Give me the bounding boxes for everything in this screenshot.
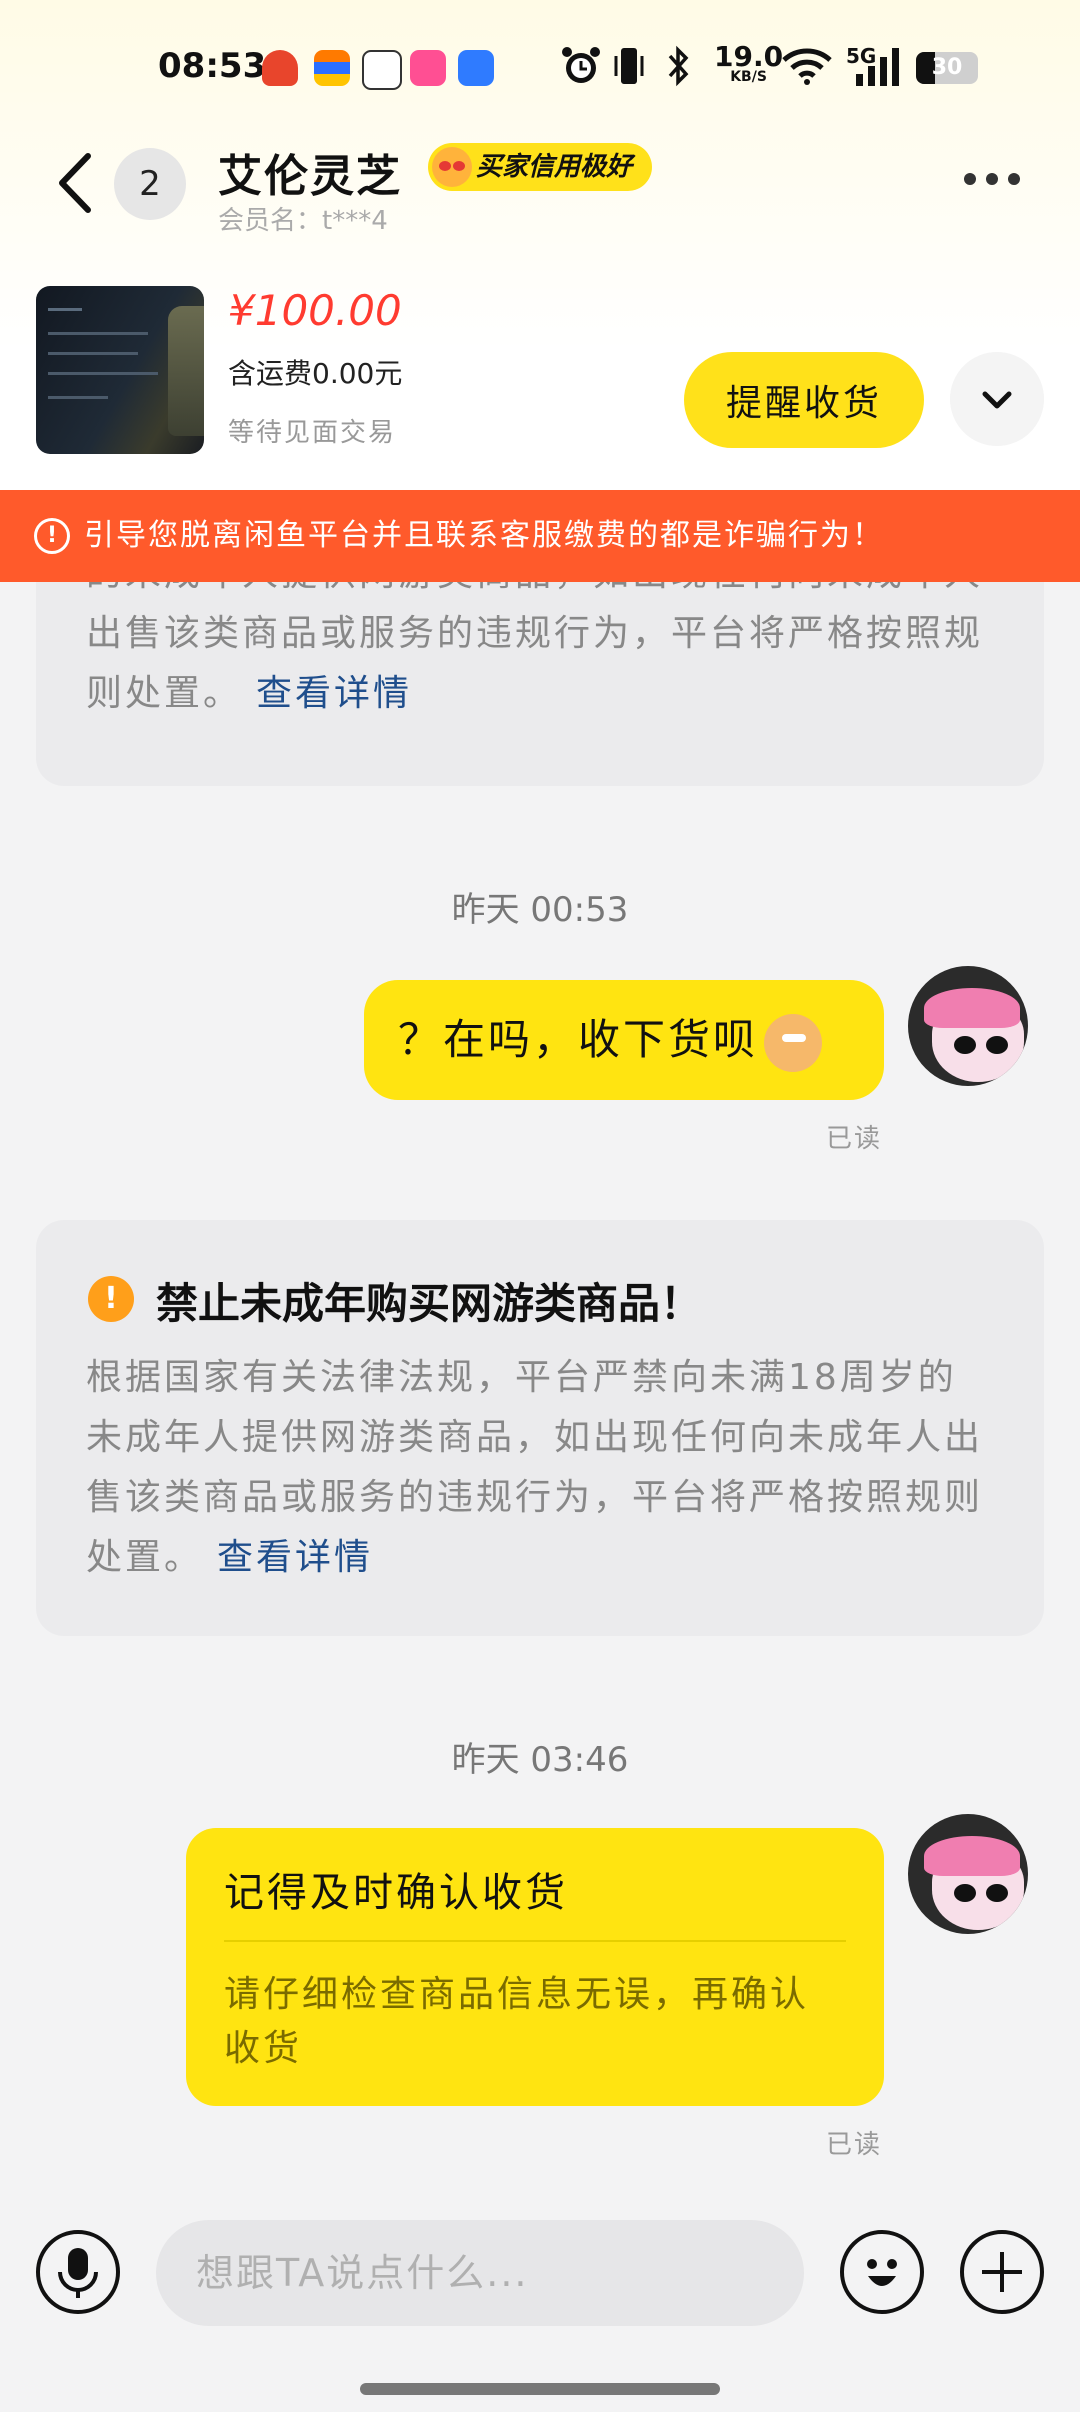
chat-user-name[interactable]: 艾伦灵芝 bbox=[218, 140, 402, 204]
bluetooth-icon bbox=[668, 45, 689, 87]
emoji-icon[interactable] bbox=[840, 2230, 924, 2314]
back-arrow-icon[interactable] bbox=[50, 150, 100, 216]
exclamation-icon: ! bbox=[34, 518, 70, 554]
chevron-down-icon[interactable] bbox=[950, 352, 1044, 446]
status-bar: 08:53 19.0 KB/S 5G 30 bbox=[0, 0, 1080, 140]
app-red-icon bbox=[262, 50, 298, 86]
timestamp: 昨天 00:53 bbox=[451, 890, 629, 930]
shiba-emoji-icon bbox=[764, 1013, 823, 1072]
wifi-icon bbox=[782, 48, 832, 85]
app-stripe-icon bbox=[314, 50, 350, 86]
card-body: 请仔细检查商品信息无误，再确认收货 bbox=[224, 1974, 810, 2069]
product-price: ¥100.00 bbox=[228, 286, 402, 335]
app-video-icon bbox=[362, 50, 402, 90]
read-receipt: 已读 bbox=[826, 1124, 883, 1154]
app-pink-icon bbox=[410, 50, 446, 86]
more-options-icon[interactable] bbox=[964, 170, 1036, 200]
signal-icon bbox=[856, 48, 899, 86]
vibrate-icon bbox=[614, 48, 644, 84]
love-eyes-emoji-icon bbox=[432, 147, 472, 187]
fraud-alert-banner: ! 引导您脱离闲鱼平台并且联系客服缴费的都是诈骗行为！ bbox=[0, 490, 1080, 582]
card-title: 记得及时确认收货 bbox=[224, 1870, 568, 1916]
add-icon[interactable] bbox=[960, 2230, 1044, 2314]
trade-mode-label: 等待见面交易 bbox=[228, 418, 397, 448]
member-name-label: 会员名：t***4 bbox=[218, 206, 388, 236]
notice-title: 禁止未成年购买网游类商品！ bbox=[156, 1279, 703, 1328]
minor-notice-card: ! 禁止未成年购买网游类商品！ 根据国家有关法律法规，平台严禁向未满18周岁的未… bbox=[36, 1220, 1044, 1636]
card-divider bbox=[224, 1940, 846, 1942]
notice-partial-text: 的未成年人提供网游类商品，如出现任何向未成年人出售该类商品或服务的违规行为，平台… bbox=[86, 582, 984, 714]
input-bar bbox=[0, 2192, 1080, 2412]
unread-count-badge[interactable]: 2 bbox=[114, 148, 186, 220]
message-bubble[interactable]: ？在吗，收下货呗 bbox=[364, 980, 884, 1100]
notice-partial-body: 的未成年人提供网游类商品，如出现任何向未成年人出售该类商品或服务的违规行为，平台… bbox=[86, 582, 988, 724]
message-input[interactable] bbox=[156, 2220, 804, 2326]
net-speed: 19.0 KB/S bbox=[714, 40, 784, 85]
battery-icon: 30 bbox=[916, 52, 978, 84]
warning-icon: ! bbox=[88, 1276, 134, 1322]
minor-notice-card-partial: 的未成年人提供网游类商品，如出现任何向未成年人出售该类商品或服务的违规行为，平台… bbox=[36, 582, 1044, 786]
notice-body: 根据国家有关法律法规，平台严禁向未满18周岁的未成年人提供网游类商品，如出现任何… bbox=[86, 1348, 988, 1588]
chat-list[interactable]: 的未成年人提供网游类商品，如出现任何向未成年人出售该类商品或服务的违规行为，平台… bbox=[0, 582, 1080, 2192]
credit-badge: 买家信用极好 bbox=[428, 143, 653, 191]
product-thumbnail[interactable] bbox=[36, 286, 204, 454]
microphone-icon[interactable] bbox=[36, 2230, 120, 2314]
timestamp: 昨天 03:46 bbox=[451, 1740, 629, 1780]
app-blue-icon bbox=[458, 50, 494, 86]
shipping-label: 含运费0.00元 bbox=[228, 357, 403, 390]
alarm-icon bbox=[562, 47, 600, 83]
status-time: 08:53 bbox=[158, 46, 267, 86]
avatar[interactable] bbox=[908, 1814, 1028, 1934]
remind-receive-button[interactable]: 提醒收货 bbox=[684, 352, 924, 448]
home-indicator[interactable] bbox=[360, 2383, 720, 2395]
notice-details-link[interactable]: 查看详情 bbox=[217, 1537, 373, 1578]
avatar[interactable] bbox=[908, 966, 1028, 1086]
alert-text: 引导您脱离闲鱼平台并且联系客服缴费的都是诈骗行为！ bbox=[84, 518, 884, 553]
read-receipt: 已读 bbox=[826, 2130, 883, 2160]
notice-partial-details-link[interactable]: 查看详情 bbox=[256, 673, 412, 714]
confirm-receipt-card[interactable]: 记得及时确认收货 请仔细检查商品信息无误，再确认收货 bbox=[186, 1828, 884, 2106]
